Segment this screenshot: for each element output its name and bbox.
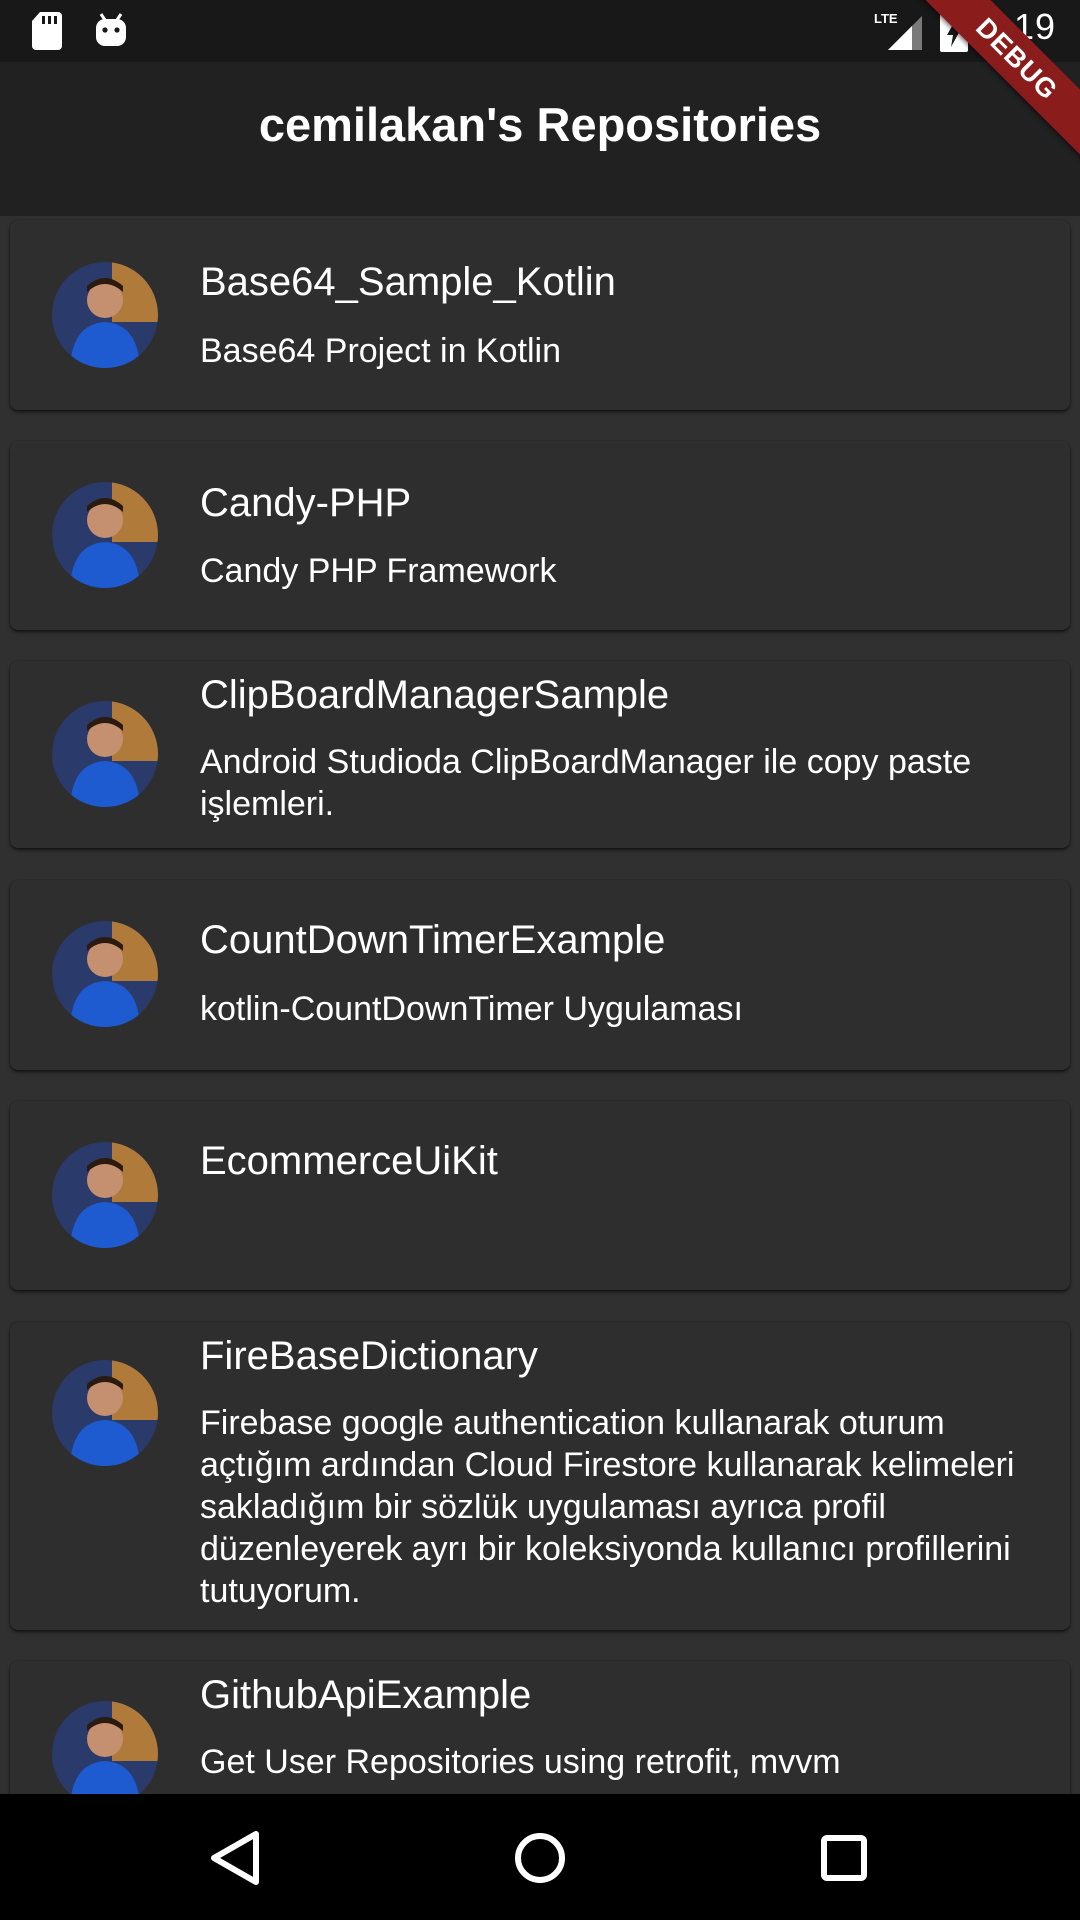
avatar [52,701,158,807]
repo-name: FireBaseDictionary [200,1334,538,1378]
sd-card-icon [32,12,62,50]
repo-description: Firebase google authentication kullanara… [200,1404,1015,1610]
home-icon[interactable] [504,1822,576,1894]
repo-name: GithubApiExample [200,1673,532,1717]
repo-name: EcommerceUiKit [200,1139,498,1183]
repo-card[interactable]: Candy-PHP Candy PHP Framework [10,441,1070,630]
repo-card[interactable]: ClipBoardManagerSample Android Studioda … [10,661,1070,848]
navigation-bar [0,1794,1080,1920]
repo-description: kotlin-CountDownTimer Uygulaması [200,990,743,1028]
avatar [52,1360,158,1466]
avatar [52,1701,158,1794]
avatar [52,262,158,368]
screen: LTE 4:19 cemilakan's Repositories Base64… [0,0,1080,1920]
repo-description: Base64 Project in Kotlin [200,332,561,370]
avatar [52,482,158,588]
repo-name: Candy-PHP [200,481,412,525]
repo-card[interactable]: EcommerceUiKit [10,1101,1070,1290]
page-title: cemilakan's Repositories [258,97,822,151]
back-icon[interactable] [200,1822,272,1894]
repo-description: Candy PHP Framework [200,552,557,590]
status-bar: LTE 4:19 [0,0,1080,62]
svg-text:LTE: LTE [874,11,898,26]
repo-description: Get User Repositories using retrofit, mv… [200,1743,841,1781]
repo-card[interactable]: GithubApiExample Get User Repositories u… [10,1661,1070,1794]
repo-description: Android Studioda ClipBoardManager ile co… [200,743,972,823]
avatar [52,921,158,1027]
repo-name: ClipBoardManagerSample [200,673,670,717]
android-icon [96,13,126,46]
avatar [52,1142,158,1248]
repo-card[interactable]: FireBaseDictionary Firebase google authe… [10,1322,1070,1630]
repo-name: Base64_Sample_Kotlin [200,260,616,304]
repo-card[interactable]: CountDownTimerExample kotlin-CountDownTi… [10,880,1070,1070]
lte-signal-icon: LTE [874,11,922,50]
repository-list[interactable]: Base64_Sample_Kotlin Base64 Project in K… [0,216,1080,1794]
app-bar: cemilakan's Repositories [0,62,1080,216]
recents-icon[interactable] [808,1822,880,1894]
repo-card[interactable]: Base64_Sample_Kotlin Base64 Project in K… [10,220,1070,410]
repo-name: CountDownTimerExample [200,918,666,962]
